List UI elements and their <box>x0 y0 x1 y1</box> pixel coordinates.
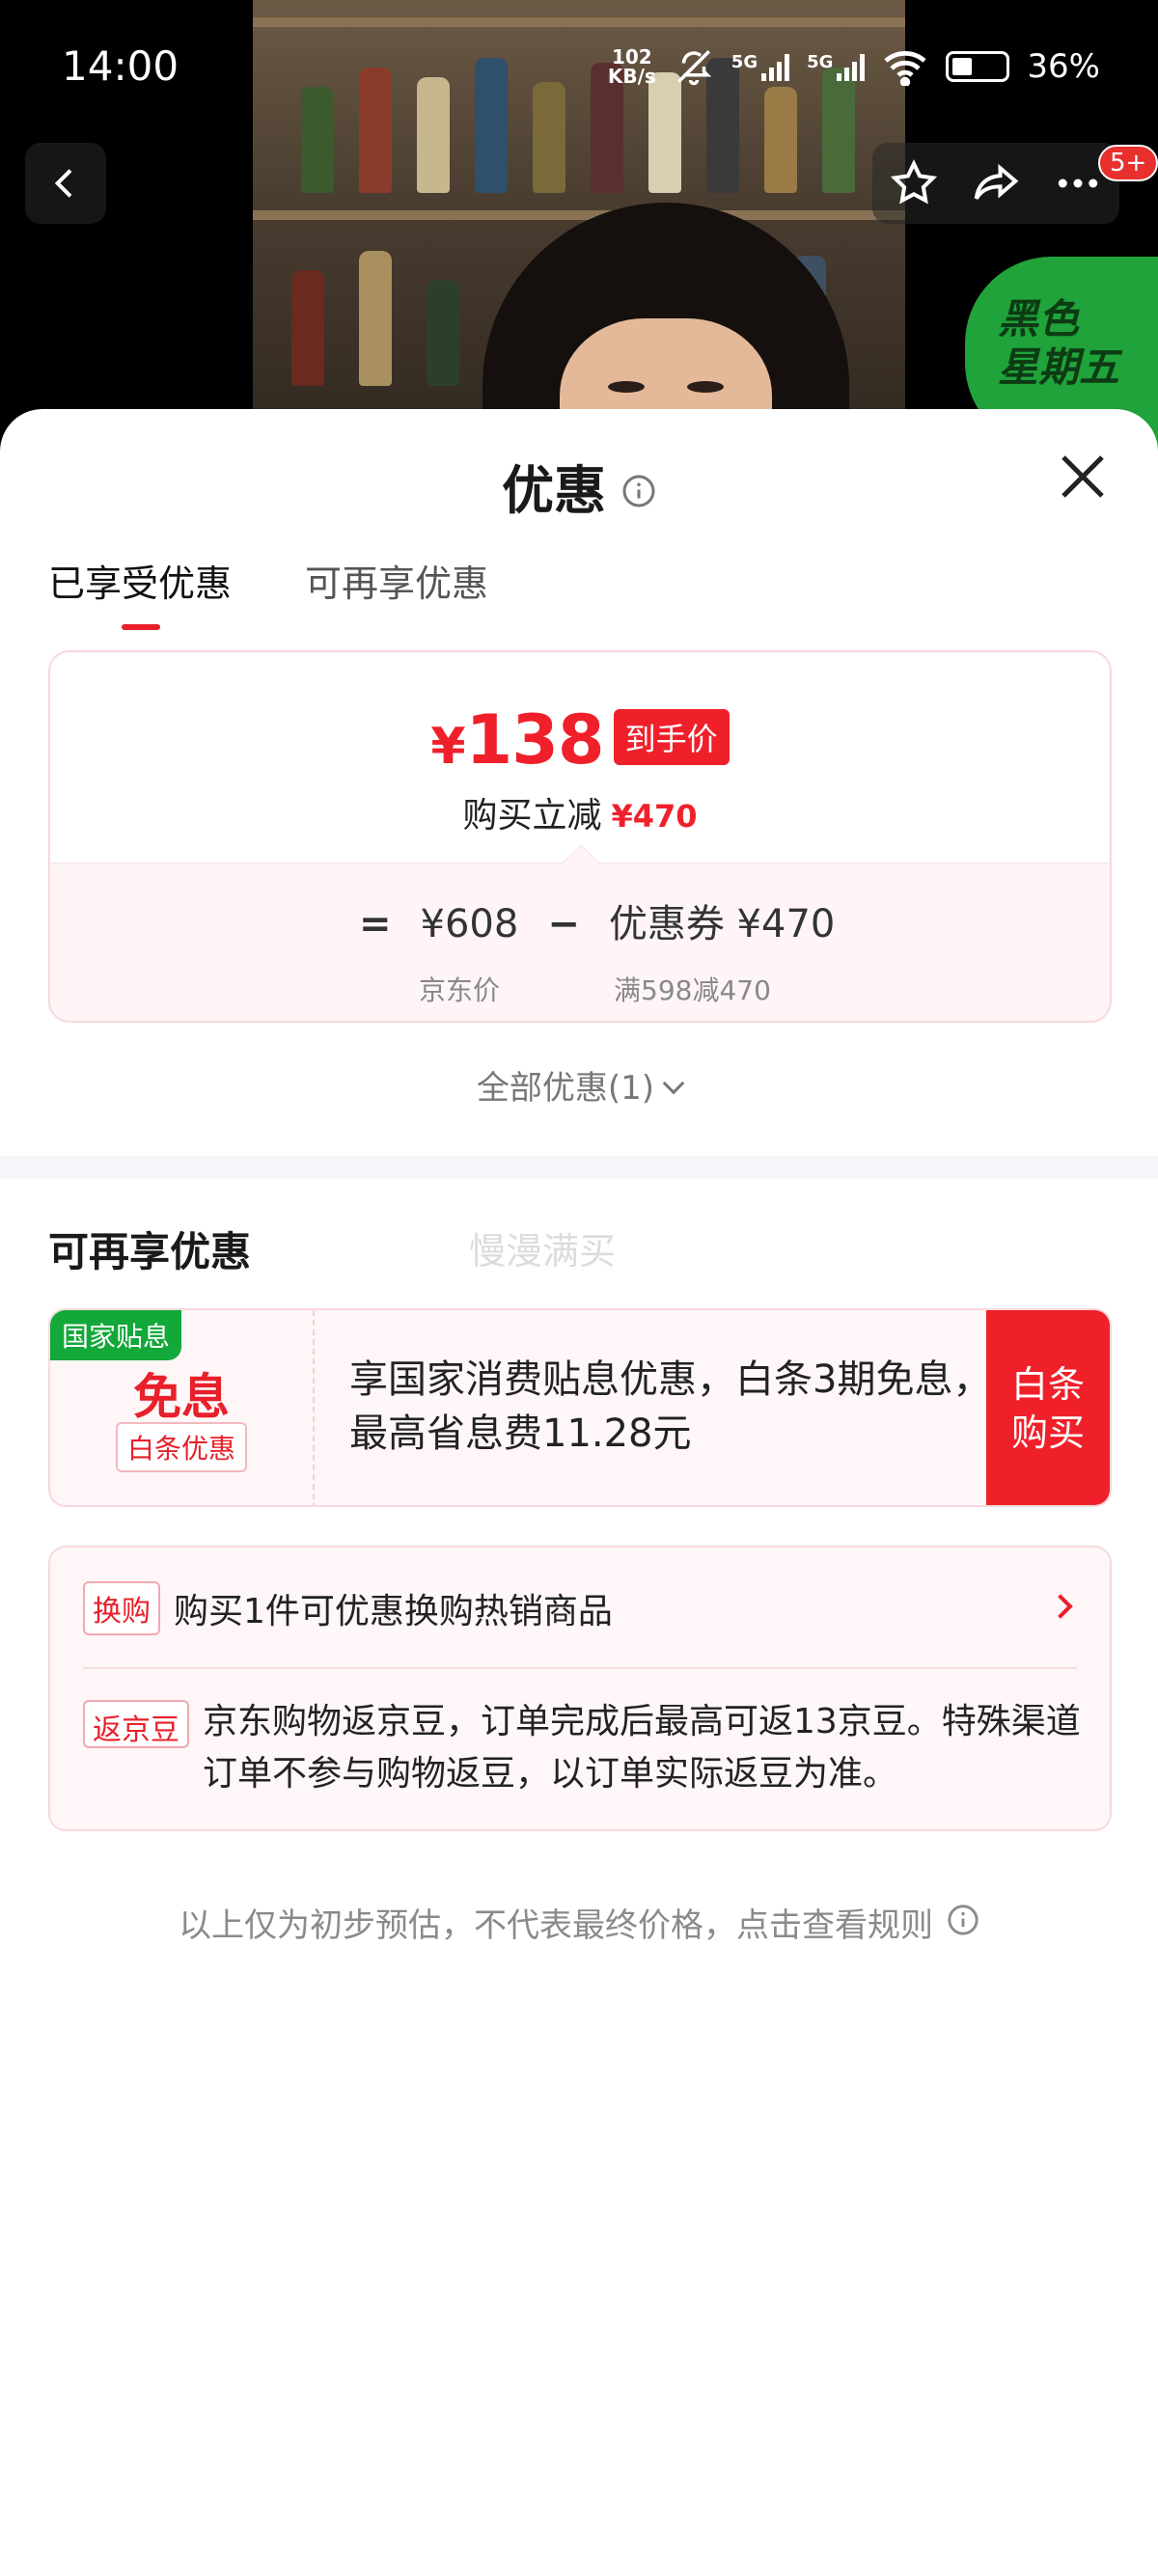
ghost-text: 慢漫满买 <box>469 1230 617 1273</box>
back-button[interactable] <box>25 143 106 224</box>
price-summary: ¥138 到手价 购买立减 ¥470 <box>50 652 1110 863</box>
baitiao-tag: 白条优惠 <box>116 1422 248 1472</box>
coupon-amount: 优惠券 ¥470 <box>608 902 836 946</box>
wifi-icon <box>884 50 927 86</box>
discount-sheet: 优惠 已享受优惠 可再享优惠 ¥138 到手价 购买立减 ¥470 = ¥608 −… <box>0 409 1158 2576</box>
status-bar: 14:00 102 KB/s 5G 5G 36% <box>0 0 1158 135</box>
info-icon <box>947 1904 979 1945</box>
status-icons: 102 KB/s 5G 5G 36% <box>608 46 1100 87</box>
share-icon[interactable] <box>970 157 1022 209</box>
jd-beans-tag: 返京豆 <box>83 1700 189 1748</box>
signal-1: 5G <box>731 52 790 81</box>
close-icon[interactable] <box>1054 448 1112 506</box>
other-offers-card: 换购 购买1件可优惠换购热销商品 返京豆 京东购物返京豆，订单完成后最高可返13… <box>48 1546 1112 1831</box>
info-icon[interactable] <box>621 460 656 521</box>
section-divider <box>0 1156 1158 1179</box>
chevron-left-icon <box>54 169 72 198</box>
eye-right <box>687 381 724 393</box>
offer-tabs: 已享受优惠 可再享优惠 <box>48 554 488 630</box>
interest-free-card[interactable]: 免息 白条优惠 国家贴息 享国家消费贴息优惠，白条3期免息，最高省息费11.28… <box>48 1308 1112 1507</box>
price-breakdown: = ¥608 − 优惠券 ¥470 京东价 满598减470 <box>50 844 1110 1021</box>
exchange-offer-row[interactable]: 换购 购买1件可优惠换购热销商品 <box>83 1580 1077 1636</box>
eye-left <box>608 381 645 393</box>
all-offers-toggle[interactable]: 全部优惠(1) <box>0 1061 1158 1109</box>
top-actions <box>872 143 1119 224</box>
tab-enjoyed-offers[interactable]: 已享受优惠 <box>48 554 232 630</box>
net-speed: 102 KB/s <box>607 45 656 88</box>
interest-free-label: 免息 <box>133 1369 230 1425</box>
sheet-header: 优惠 <box>0 409 1158 554</box>
price-card: ¥138 到手价 购买立减 ¥470 = ¥608 − 优惠券 ¥470 京东价 满… <box>48 650 1112 1023</box>
signal-bars-icon <box>761 52 790 81</box>
reduce-line: 购买立减 ¥470 <box>462 796 698 836</box>
signal-bars-icon <box>837 52 866 81</box>
jd-beans-row: 返京豆 京东购物返京豆，订单完成后最高可返13京豆。特殊渠道订单不参与购物返豆，… <box>83 1700 1081 1800</box>
exchange-tag: 换购 <box>83 1581 160 1635</box>
exchange-text: 购买1件可优惠换购热销商品 <box>174 1592 613 1631</box>
more-offers-title: 可再享优惠 <box>48 1228 252 1275</box>
star-icon[interactable] <box>888 157 940 209</box>
final-price: ¥138 到手价 <box>50 700 1110 780</box>
coupon-rule: 满598减470 <box>614 974 771 1006</box>
baitiao-buy-button[interactable]: 白条 购买 <box>986 1310 1110 1505</box>
notification-badge: 5+ <box>1098 145 1158 181</box>
jd-price-label: 京东价 <box>419 974 501 1006</box>
more-icon[interactable] <box>1052 157 1104 209</box>
tab-more-offers[interactable]: 可再享优惠 <box>305 554 488 630</box>
interest-free-description: 享国家消费贴息优惠，白条3期免息，最高省息费11.28元 <box>349 1357 992 1456</box>
gov-subsidy-tag: 国家贴息 <box>50 1310 182 1360</box>
status-time: 14:00 <box>62 42 179 90</box>
chevron-down-icon <box>662 1072 685 1095</box>
final-price-tag: 到手价 <box>613 709 730 765</box>
bell-off-icon <box>676 50 712 86</box>
signal-2: 5G <box>807 52 866 81</box>
chevron-right-icon <box>1048 1594 1073 1619</box>
sheet-title: 优惠 <box>0 448 1158 525</box>
battery-percent: 36% <box>1027 47 1100 86</box>
price-formula: = ¥608 − 优惠券 ¥470 <box>359 892 835 948</box>
jd-price: ¥608 <box>420 902 519 946</box>
jd-beans-text: 京东购物返京豆，订单完成后最高可返13京豆。特殊渠道订单不参与购物返豆，以订单实… <box>203 1702 1081 1794</box>
battery-icon <box>946 51 1010 82</box>
rules-note[interactable]: 以上仅为初步预估，不代表最终价格，点击查看规则 <box>0 1899 1158 1948</box>
